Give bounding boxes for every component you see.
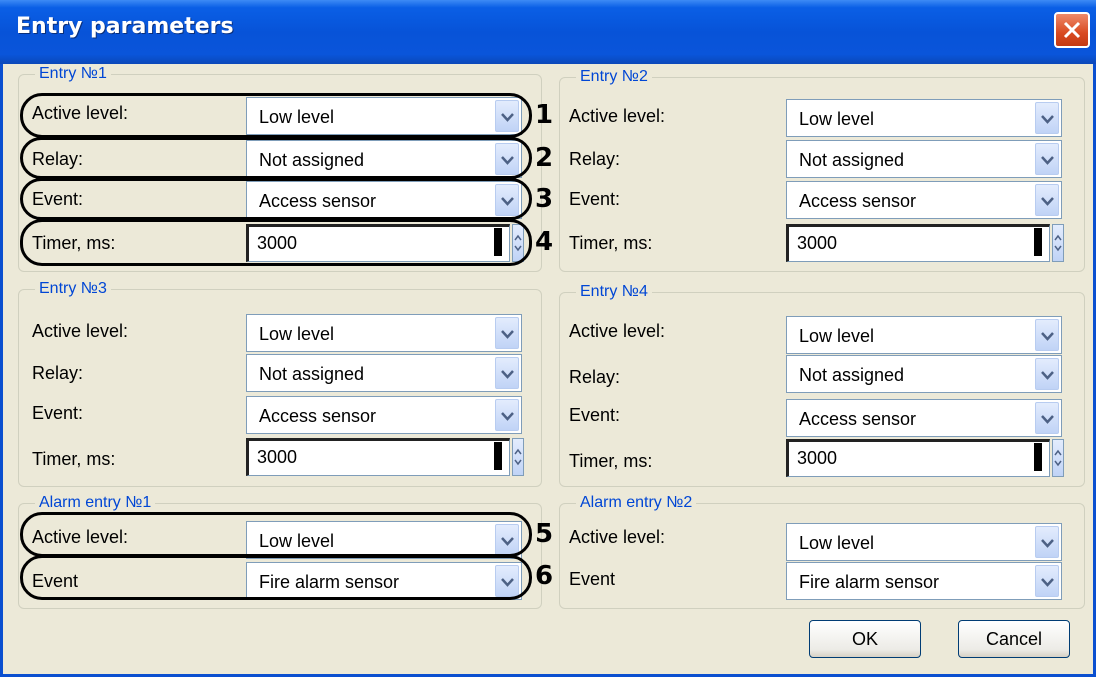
label-active-level: Active level: [32, 321, 129, 341]
chevron-down-icon[interactable] [495, 317, 519, 349]
spin-arrows-icon [514, 448, 522, 466]
alarm-1-event-select[interactable]: Fire alarm sensor [246, 562, 522, 600]
label-timer: Timer, ms: [569, 233, 653, 253]
spin-buttons[interactable] [512, 438, 524, 476]
callout-number-6: 6 [535, 561, 554, 591]
label-relay: Relay: [569, 367, 621, 387]
entry-1-event-select[interactable]: Access sensor [246, 181, 522, 219]
chevron-down-icon[interactable] [1035, 526, 1059, 558]
group-title-entry-1: Entry №1 [35, 64, 111, 84]
entry-2-relay-select[interactable]: Not assigned [786, 140, 1062, 178]
label-relay: Relay: [32, 363, 84, 383]
text-cursor [494, 228, 502, 256]
label-event: Event: [32, 189, 84, 209]
entry-3-event-select[interactable]: Access sensor [246, 396, 522, 434]
group-title-alarm-entry-1: Alarm entry №1 [35, 493, 156, 513]
window-title: Entry parameters [16, 14, 234, 39]
chevron-down-icon[interactable] [495, 399, 519, 431]
chevron-down-icon[interactable] [495, 357, 519, 389]
chevron-down-icon[interactable] [1035, 143, 1059, 175]
callout-number-4: 4 [535, 227, 554, 257]
callout-number-2: 2 [535, 143, 554, 173]
callout-number-1: 1 [535, 100, 554, 130]
label-active-level: Active level: [569, 106, 666, 126]
chevron-down-icon[interactable] [1035, 402, 1059, 434]
label-event: Event: [32, 403, 84, 423]
entry-2-active-level-select[interactable]: Low level [786, 99, 1062, 137]
label-active-level: Active level: [569, 527, 666, 547]
chevron-down-icon[interactable] [1035, 184, 1059, 216]
spin-arrows-icon [1054, 234, 1062, 252]
chevron-down-icon[interactable] [1035, 358, 1059, 390]
group-entry-4: Entry №4 Active level: Low level Relay: … [559, 282, 1085, 487]
chevron-down-icon[interactable] [495, 524, 519, 556]
label-timer: Timer, ms: [32, 449, 116, 469]
group-entry-1: Entry №1 Active level: Low level Relay: … [18, 64, 542, 272]
label-active-level: Active level: [569, 321, 666, 341]
chevron-down-icon[interactable] [495, 565, 519, 597]
label-relay: Relay: [569, 149, 621, 169]
chevron-down-icon[interactable] [495, 100, 519, 132]
chevron-down-icon[interactable] [1035, 319, 1059, 351]
close-icon [1063, 21, 1081, 39]
label-active-level: Active level: [32, 103, 129, 123]
spin-arrows-icon [1054, 449, 1062, 467]
entry-3-timer-spinbox[interactable]: 3000 [246, 438, 524, 476]
group-title-alarm-entry-2: Alarm entry №2 [576, 493, 697, 513]
entry-3-relay-select[interactable]: Not assigned [246, 354, 522, 392]
entry-4-relay-select[interactable]: Not assigned [786, 355, 1062, 393]
label-active-level: Active level: [32, 527, 129, 547]
group-entry-2: Entry №2 Active level: Low level Relay: … [559, 67, 1085, 272]
dialog-window: Entry parameters Entry №1 Active level: … [0, 0, 1096, 677]
entry-2-timer-spinbox[interactable]: 3000 [786, 224, 1064, 262]
timer-input[interactable]: 3000 [246, 224, 510, 262]
entry-4-event-select[interactable]: Access sensor [786, 399, 1062, 437]
entry-4-active-level-select[interactable]: Low level [786, 316, 1062, 354]
ok-button[interactable]: OK [809, 620, 921, 658]
spin-arrows-icon [514, 234, 522, 252]
callout-number-3: 3 [535, 184, 554, 214]
chevron-down-icon[interactable] [495, 143, 519, 175]
title-bar[interactable]: Entry parameters [0, 0, 1096, 64]
group-alarm-entry-1: Alarm entry №1 Active level: Low level E… [18, 493, 542, 609]
entry-4-timer-spinbox[interactable]: 3000 [786, 439, 1064, 477]
close-button[interactable] [1054, 12, 1090, 48]
alarm-2-event-select[interactable]: Fire alarm sensor [786, 562, 1062, 600]
text-cursor [494, 442, 502, 470]
label-timer: Timer, ms: [32, 233, 116, 253]
entry-1-active-level-select[interactable]: Low level [246, 97, 522, 135]
chevron-down-icon[interactable] [495, 184, 519, 216]
cancel-button[interactable]: Cancel [958, 620, 1070, 658]
chevron-down-icon[interactable] [1035, 565, 1059, 597]
text-cursor [1034, 443, 1042, 471]
label-event: Event: [569, 189, 621, 209]
label-event: Event: [569, 405, 621, 425]
alarm-1-active-level-select[interactable]: Low level [246, 521, 522, 559]
label-relay: Relay: [32, 149, 84, 169]
group-alarm-entry-2: Alarm entry №2 Active level: Low level E… [559, 493, 1085, 609]
entry-2-event-select[interactable]: Access sensor [786, 181, 1062, 219]
label-timer: Timer, ms: [569, 451, 653, 471]
timer-input[interactable]: 3000 [246, 438, 510, 476]
timer-input[interactable]: 3000 [786, 224, 1050, 262]
chevron-down-icon[interactable] [1035, 102, 1059, 134]
entry-1-timer-spinbox[interactable]: 3000 [246, 224, 524, 262]
callout-number-5: 5 [535, 519, 554, 549]
alarm-2-active-level-select[interactable]: Low level [786, 523, 1062, 561]
group-entry-3: Entry №3 Active level: Low level Relay: … [18, 279, 542, 487]
label-event: Event [569, 569, 616, 589]
group-title-entry-2: Entry №2 [576, 67, 652, 87]
spin-buttons[interactable] [1052, 439, 1064, 477]
spin-buttons[interactable] [512, 224, 524, 262]
label-event: Event [32, 571, 79, 591]
group-title-entry-4: Entry №4 [576, 282, 652, 302]
spin-buttons[interactable] [1052, 224, 1064, 262]
group-title-entry-3: Entry №3 [35, 279, 111, 299]
timer-input[interactable]: 3000 [786, 439, 1050, 477]
text-cursor [1034, 228, 1042, 256]
entry-1-relay-select[interactable]: Not assigned [246, 140, 522, 178]
entry-3-active-level-select[interactable]: Low level [246, 314, 522, 352]
